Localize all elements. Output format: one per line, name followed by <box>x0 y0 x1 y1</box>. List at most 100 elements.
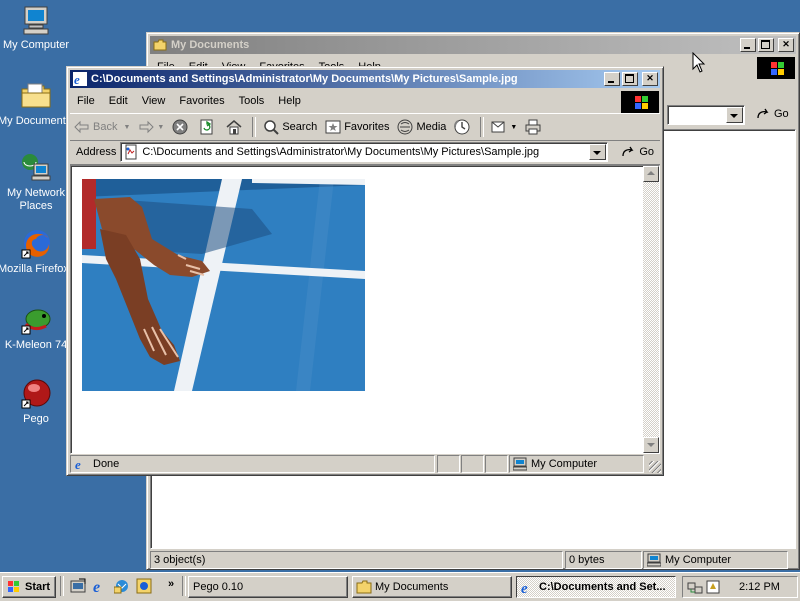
svg-text:e: e <box>74 72 80 86</box>
back-button[interactable]: Back ▼ <box>70 116 134 138</box>
pego-icon <box>20 378 52 410</box>
toolbar-separator <box>252 117 257 137</box>
task-label: My Documents <box>375 581 449 593</box>
forward-button[interactable]: ▼ <box>134 116 168 138</box>
maximize-button[interactable] <box>622 72 638 86</box>
sample-photo <box>82 179 365 391</box>
minimize-button[interactable] <box>740 38 756 52</box>
desktop-icon-pego[interactable]: Pego <box>0 378 74 426</box>
desktop-icon-k-meleon[interactable]: K-Meleon 74 <box>0 304 74 352</box>
scroll-down-button[interactable] <box>643 437 659 453</box>
title-bar[interactable]: e C:\Documents and Settings\Administrato… <box>70 70 660 88</box>
chevron-down-icon[interactable]: ▼ <box>157 124 164 131</box>
my-computer-icon <box>512 457 528 471</box>
image-viewer-window[interactable]: e C:\Documents and Settings\Administrato… <box>66 66 664 476</box>
print-button[interactable] <box>521 116 548 138</box>
history-button[interactable] <box>450 116 477 138</box>
scroll-up-button[interactable] <box>643 166 659 182</box>
media-player-icon[interactable] <box>136 578 152 594</box>
mail-button[interactable]: ▼ <box>487 116 521 138</box>
menu-view[interactable]: View <box>135 95 173 107</box>
my-computer-icon <box>20 4 52 36</box>
close-button[interactable]: ✕ <box>642 72 658 86</box>
menu-tools[interactable]: Tools <box>232 95 272 107</box>
back-arrow-icon <box>74 119 90 135</box>
status-zone-label: My Computer <box>531 458 598 470</box>
network-tray-icon[interactable] <box>687 579 703 595</box>
outlook-express-icon[interactable] <box>113 578 130 594</box>
favorites-icon <box>325 119 341 135</box>
favorites-label: Favorites <box>344 121 390 133</box>
task-button-pego[interactable]: Pego 0.10 <box>188 576 348 598</box>
svg-text:e: e <box>93 579 100 594</box>
menu-file[interactable]: File <box>70 95 102 107</box>
address-dropdown-button[interactable] <box>726 107 743 123</box>
address-combo[interactable]: C:\Documents and Settings\Administrator\… <box>120 142 609 162</box>
resize-grip-icon[interactable] <box>649 461 661 473</box>
menu-help[interactable]: Help <box>271 95 308 107</box>
home-button[interactable] <box>222 116 249 138</box>
show-desktop-icon[interactable] <box>70 578 86 594</box>
media-button[interactable]: Media <box>393 116 450 138</box>
menu-edit[interactable]: Edit <box>102 95 135 107</box>
desktop-icon-my-computer[interactable]: My Computer <box>0 4 74 52</box>
search-button[interactable]: Search <box>259 116 321 138</box>
status-size: 0 bytes <box>565 551 642 569</box>
go-button[interactable]: Go <box>751 103 793 125</box>
chevron-down-icon[interactable]: ▼ <box>123 124 130 131</box>
desktop-icon-label: Pego <box>23 413 49 425</box>
favorites-button[interactable]: Favorites <box>321 116 393 138</box>
maximize-button[interactable] <box>758 38 774 52</box>
my-computer-icon <box>646 553 662 567</box>
address-combo[interactable] <box>667 105 745 125</box>
stop-button[interactable] <box>168 116 195 138</box>
document-icon <box>123 144 139 160</box>
desktop-icon-my-documents[interactable]: My Documents <box>0 80 74 128</box>
desktop-icon-label: K-Meleon 74 <box>4 339 68 351</box>
status-zone-label: My Computer <box>665 554 732 566</box>
quick-launch-separator <box>60 576 64 596</box>
go-label: Go <box>639 146 655 158</box>
desktop-icon-label: Mozilla Firefox <box>0 263 68 275</box>
internet-explorer-icon: e <box>74 457 88 472</box>
refresh-button[interactable] <box>195 116 222 138</box>
internet-explorer-icon: e <box>73 72 87 87</box>
close-button[interactable]: ✕ <box>778 38 794 52</box>
desktop-icon-mozilla-firefox[interactable]: Mozilla Firefox <box>0 228 74 276</box>
home-icon <box>226 119 242 135</box>
volume-tray-icon[interactable] <box>705 579 721 595</box>
chevron-down-icon[interactable]: ▼ <box>510 124 517 131</box>
back-label: Back <box>93 121 118 133</box>
firefox-icon <box>20 228 52 260</box>
windows-flag-icon <box>6 579 22 595</box>
start-button[interactable]: Start <box>2 576 56 598</box>
desktop-icon-label: My Documents <box>0 115 68 127</box>
address-bar: Address C:\Documents and Settings\Admini… <box>70 140 660 165</box>
go-label: Go <box>774 108 789 120</box>
folder-icon <box>153 38 167 52</box>
address-input[interactable]: C:\Documents and Settings\Administrator\… <box>142 146 592 158</box>
windows-logo-icon <box>621 91 659 113</box>
status-pane <box>437 455 460 473</box>
task-button-my-documents[interactable]: My Documents <box>352 576 512 598</box>
status-zone: My Computer <box>643 551 788 569</box>
k-meleon-icon <box>20 304 52 336</box>
task-label: Pego 0.10 <box>193 581 244 593</box>
chevron-down-icon <box>647 443 655 447</box>
windows-logo-icon <box>757 57 795 79</box>
network-places-icon <box>20 152 52 184</box>
desktop-icon-my-network-places[interactable]: My Network Places <box>0 152 74 213</box>
page-view[interactable] <box>70 165 660 454</box>
task-button-sample-jpg[interactable]: e C:\Documents and Set... <box>516 576 676 598</box>
minimize-button[interactable] <box>604 72 620 86</box>
vertical-scrollbar[interactable] <box>643 166 659 453</box>
taskbar-separator <box>182 576 186 596</box>
go-button[interactable]: Go <box>616 141 658 163</box>
chevron-right-icon[interactable]: » <box>168 578 174 590</box>
clock[interactable]: 2:12 PM <box>739 581 780 593</box>
internet-explorer-icon[interactable]: e <box>92 578 108 596</box>
taskbar: Start e » Pego 0.10 My Documents e C:\Do… <box>0 572 800 601</box>
refresh-icon <box>199 119 215 135</box>
address-dropdown-button[interactable] <box>589 144 607 160</box>
menu-favorites[interactable]: Favorites <box>172 95 231 107</box>
